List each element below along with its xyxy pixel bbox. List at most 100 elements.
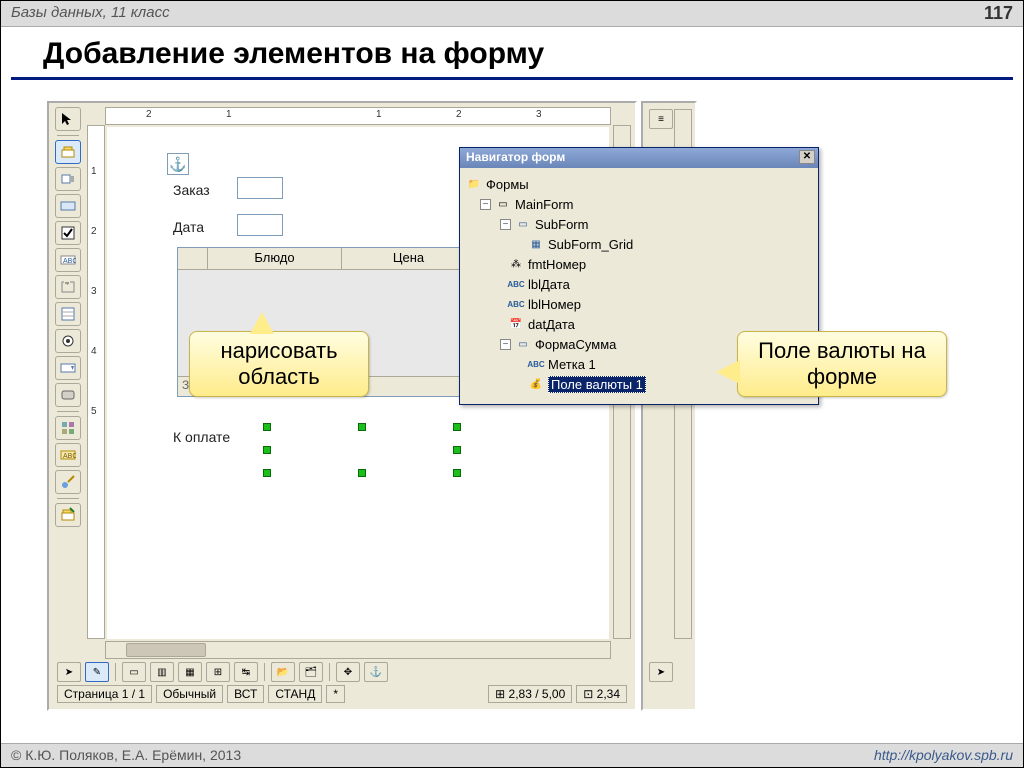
form-controls-toolbar: ABC xy ABC <box>51 107 85 527</box>
textbox-control-button[interactable] <box>55 194 81 218</box>
label-icon: ABC <box>508 277 524 291</box>
status-caps: СТАНД <box>268 685 322 703</box>
toolbar-handle-icon[interactable]: ≡ <box>649 109 673 129</box>
tree-subgrid[interactable]: SubForm_Grid <box>548 237 633 252</box>
collapse-icon[interactable]: − <box>500 219 511 230</box>
radio-control-button[interactable] <box>55 329 81 353</box>
position-icon[interactable]: ✥ <box>336 662 360 682</box>
resize-handle[interactable] <box>453 423 461 431</box>
form-icon: ▭ <box>495 197 511 211</box>
ruler-mark: 2 <box>146 109 152 120</box>
folder-icon: 📁 <box>466 177 482 191</box>
header-page-number: 117 <box>984 3 1013 24</box>
horizontal-scrollbar[interactable] <box>105 641 611 659</box>
tree-label1[interactable]: Метка 1 <box>548 357 596 372</box>
svg-text:ABC: ABC <box>63 453 76 460</box>
form-props-icon[interactable]: ▥ <box>150 662 174 682</box>
slide-footer: © К.Ю. Поляков, Е.А. Ерёмин, 2013 http:/… <box>1 743 1023 767</box>
grid-corner <box>178 248 208 269</box>
tree-datdate[interactable]: datДата <box>528 317 575 332</box>
status-modified: * <box>326 685 345 703</box>
dialog-titlebar[interactable]: Навигатор форм ✕ <box>460 148 818 168</box>
design-mode-button[interactable] <box>55 140 81 164</box>
resize-handle[interactable] <box>358 423 366 431</box>
tree-fmt[interactable]: fmtНомер <box>528 257 586 272</box>
resize-handle[interactable] <box>358 469 366 477</box>
tree-currency-selected[interactable]: Поле валюты 1 <box>548 376 646 393</box>
design-toggle-icon[interactable]: ✎ <box>85 662 109 682</box>
resize-handle[interactable] <box>263 446 271 454</box>
tree-subform[interactable]: SubForm <box>535 217 588 232</box>
grid-icon: ▦ <box>528 237 544 251</box>
label-pay: К оплате <box>173 429 230 445</box>
title-underline <box>11 77 1013 80</box>
tree-formsum[interactable]: ФормаСумма <box>535 337 616 352</box>
open-design-icon[interactable]: 📂 <box>271 662 295 682</box>
label-date: Дата <box>173 219 204 235</box>
resize-handle[interactable] <box>453 446 461 454</box>
toolbar-separator <box>57 498 79 499</box>
slide-header: Базы данных, 11 класс 117 <box>1 1 1023 27</box>
date-icon: 📅 <box>508 317 524 331</box>
grid-col-price[interactable]: Цена <box>342 248 476 269</box>
currency-icon: 💰 <box>528 377 544 391</box>
more-controls-2-button[interactable]: ABC <box>55 443 81 467</box>
slide-title: Добавление элементов на форму <box>43 37 1023 71</box>
status-ins: ВСТ <box>227 685 264 703</box>
combobox-control-button[interactable] <box>55 356 81 380</box>
tree-lblnum[interactable]: lblНомер <box>528 297 581 312</box>
form-icon: ▭ <box>515 217 531 231</box>
wizards-button[interactable] <box>55 470 81 494</box>
horizontal-ruler: 2 1 1 2 3 <box>105 107 611 125</box>
field-date[interactable] <box>237 214 283 236</box>
tree-mainform[interactable]: MainForm <box>515 197 574 212</box>
tree-root[interactable]: Формы <box>486 177 529 192</box>
resize-handle[interactable] <box>263 423 271 431</box>
status-bar: Страница 1 / 1 Обычный ВСТ СТАНД * ⊞ 2,8… <box>53 683 631 705</box>
select-tool-button[interactable] <box>55 107 81 131</box>
form-design-button[interactable] <box>55 503 81 527</box>
ruler-mark: 1 <box>226 109 232 120</box>
label-icon: ABC <box>508 297 524 311</box>
ruler-mark: 3 <box>536 109 542 120</box>
ruler-mark: 2 <box>456 109 462 120</box>
field-order[interactable] <box>237 177 283 199</box>
scrollbar-thumb[interactable] <box>126 643 206 657</box>
add-field-icon[interactable]: ⊞ <box>206 662 230 682</box>
resize-handle[interactable] <box>263 469 271 477</box>
resize-handle[interactable] <box>453 469 461 477</box>
collapse-icon[interactable]: − <box>480 199 491 210</box>
data-nav-icon[interactable]: ▦ <box>178 662 202 682</box>
check-control-button[interactable] <box>55 221 81 245</box>
pointer-icon[interactable]: ➤ <box>649 662 673 682</box>
dialog-title: Навигатор форм <box>466 150 565 164</box>
anchor-icon[interactable]: ⚓ <box>364 662 388 682</box>
control-props-icon[interactable]: ▭ <box>122 662 146 682</box>
status-page: Страница 1 / 1 <box>57 685 152 703</box>
form-design-toolbar: ➤ ✎ ▭ ▥ ▦ ⊞ ↹ 📂 🗂 ✥ ⚓ <box>53 661 631 683</box>
toolbar-separator <box>57 135 79 136</box>
anchor-icon: ⚓ <box>167 153 189 175</box>
tab-order-icon[interactable]: ↹ <box>234 662 258 682</box>
label-control-button[interactable]: ABC <box>55 248 81 272</box>
form-nav-icon[interactable]: 🗂 <box>299 662 323 682</box>
close-icon[interactable]: ✕ <box>799 150 815 164</box>
checkbox-control-button[interactable] <box>55 167 81 191</box>
callout-currency-field: Поле валюты на форме <box>737 331 947 397</box>
footer-copyright: © К.Ю. Поляков, Е.А. Ерёмин, 2013 <box>11 747 241 763</box>
button-control-button[interactable] <box>55 383 81 407</box>
grid-col-dish[interactable]: Блюдо <box>208 248 342 269</box>
listbox-control-button[interactable] <box>55 302 81 326</box>
pointer-icon[interactable]: ➤ <box>57 662 81 682</box>
status-view: Обычный <box>156 685 223 703</box>
callout-text: Поле валюты на форме <box>758 338 926 389</box>
callout-draw-area: нарисовать область <box>189 331 369 397</box>
header-subject: Базы данных, 11 класс <box>11 4 170 21</box>
new-field-selection[interactable] <box>267 427 457 473</box>
groupbox-control-button[interactable]: xy <box>55 275 81 299</box>
collapse-icon[interactable]: − <box>500 339 511 350</box>
form-icon: ▭ <box>515 337 531 351</box>
tree-lbldate[interactable]: lblДата <box>528 277 570 292</box>
more-controls-button[interactable] <box>55 416 81 440</box>
footer-url: http://kpolyakov.spb.ru <box>874 747 1013 763</box>
